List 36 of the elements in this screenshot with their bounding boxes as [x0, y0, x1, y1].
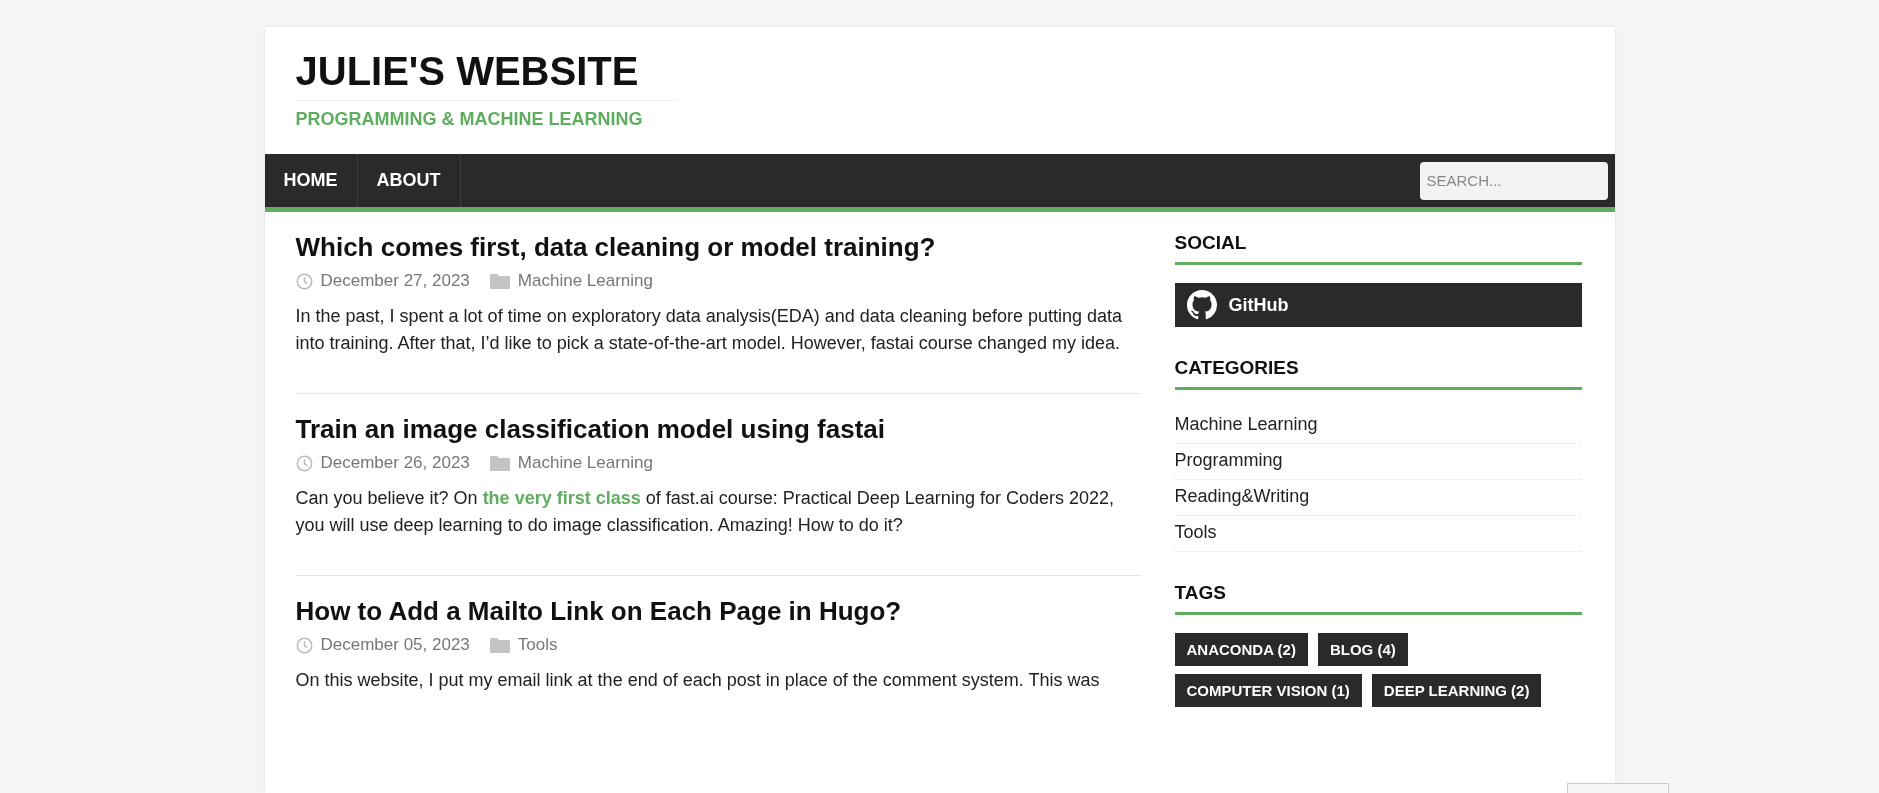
post-date: December 05, 2023	[320, 635, 470, 655]
post-title[interactable]: Which comes first, data cleaning or model training?	[295, 232, 936, 263]
post-category[interactable]: Machine Learning	[517, 271, 653, 291]
search-field[interactable]: SEARCH...	[1419, 161, 1608, 200]
github-icon	[1186, 290, 1217, 320]
widget-heading: CATEGORIES	[1174, 357, 1582, 390]
site-tagline: PROGRAMMING & MACHINE LEARNING	[295, 109, 643, 130]
post-title[interactable]: How to Add a Mailto Link on Each Page in Hugo?	[295, 596, 902, 627]
post-excerpt: In the past, I spent a lot of time on exploratory data analysis(EDA) and data cleaning before putting data into training. After that, I’d like to pick a state-of-the-art model. However, fastai course changed my idea.	[295, 305, 1123, 355]
site-title[interactable]: JULIE'S WEBSITE	[295, 49, 679, 101]
tag-link[interactable]: BLOG (4)	[1317, 633, 1408, 666]
post-date: December 26, 2023	[320, 453, 470, 473]
category-link[interactable]: Reading&Writing	[1174, 480, 1582, 516]
post-excerpt: On this website, I put my email link at the end of each post in place of the comment system. This was	[295, 669, 1101, 692]
nav-link[interactable]: ABOUT	[357, 154, 461, 207]
widget-heading: SOCIAL	[1174, 232, 1582, 265]
post-excerpt: Can you believe it? On the very first class of fast.ai course: Practical Deep Learning for Coders 2022, you will use deep learning to do image classification. Amazing! How to do it?	[295, 487, 1115, 537]
nav-link[interactable]: HOME	[264, 154, 358, 207]
clock-icon	[295, 636, 313, 654]
category-link[interactable]: Programming	[1174, 444, 1582, 480]
clock-icon	[295, 272, 313, 290]
folder-icon	[489, 273, 510, 289]
tag-link[interactable]: DEEP LEARNING (2)	[1371, 674, 1542, 707]
post-date: December 27, 2023	[320, 271, 470, 291]
github-link[interactable]: GitHub	[1174, 283, 1582, 327]
tag-link[interactable]: ANACONDA (2)	[1174, 633, 1308, 666]
clock-icon	[295, 454, 313, 472]
widget-heading: TAGS	[1174, 582, 1582, 615]
folder-icon	[489, 637, 510, 653]
category-link[interactable]: Machine Learning	[1174, 408, 1582, 444]
tag-link[interactable]: COMPUTER VISION (1)	[1174, 674, 1362, 707]
post-category[interactable]: Tools	[517, 635, 558, 655]
post-category[interactable]: Machine Learning	[517, 453, 653, 473]
post-title[interactable]: Train an image classification model using fastai	[295, 414, 885, 445]
category-link[interactable]: Tools	[1174, 516, 1582, 552]
folder-icon	[489, 455, 510, 471]
